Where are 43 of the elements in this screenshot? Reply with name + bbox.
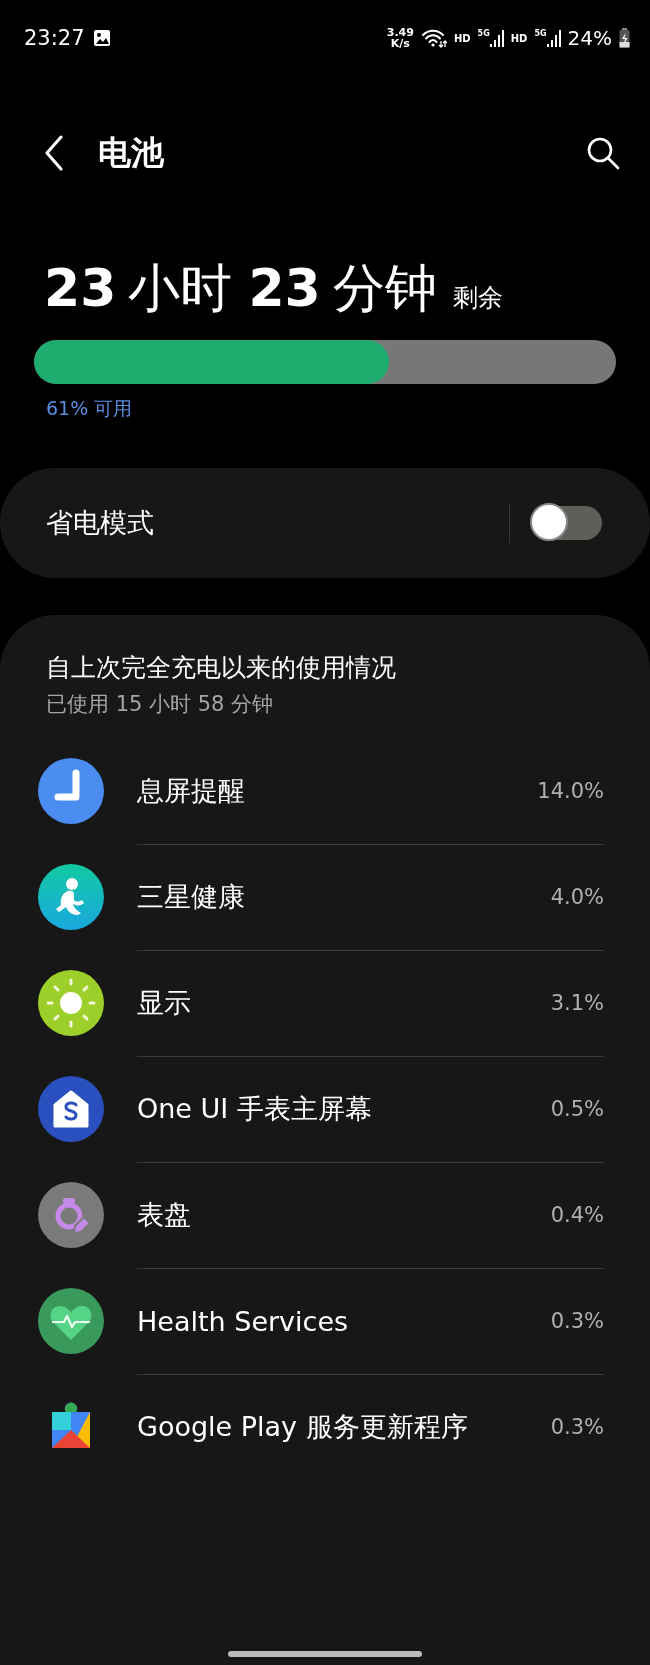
page-title: 电池: [98, 131, 164, 174]
clock-icon: [38, 758, 104, 824]
battery-percent: 24%: [567, 26, 612, 50]
app-name: Health Services: [137, 1305, 349, 1337]
sun-icon: [38, 970, 104, 1036]
battery-available: 61% 可用: [45, 396, 134, 420]
back-icon[interactable]: [44, 135, 64, 171]
signal-icon: [546, 29, 561, 47]
usage-title: 自上次完全充电以来的使用情况: [45, 652, 397, 684]
status-time: 23:27: [24, 26, 85, 50]
image-icon: [92, 29, 111, 47]
usage-duration: 已使用 15 小时 58 分钟: [45, 691, 275, 718]
wifi-icon: [420, 28, 447, 48]
power-saving-switch[interactable]: [532, 506, 602, 540]
network-type: 5G: [477, 29, 490, 38]
app-name: 三星健康: [137, 880, 245, 914]
power-saving-label: 省电模式: [46, 506, 154, 540]
usage-percent: 0.4%: [550, 1203, 604, 1227]
speed-unit: K/s: [390, 38, 410, 49]
battery-charging-icon: [619, 28, 630, 48]
app-name: 表盘: [137, 1198, 191, 1232]
watch-pencil-icon: [38, 1182, 104, 1248]
house-icon: [38, 1076, 104, 1142]
search-icon[interactable]: [586, 136, 620, 170]
app-name: One UI 手表主屏幕: [137, 1092, 372, 1126]
network-speed: 3.49: [386, 27, 414, 38]
running-figure-icon: [38, 864, 104, 930]
usage-percent: 14.0%: [537, 779, 604, 803]
usage-percent: 0.3%: [550, 1415, 604, 1439]
hd-label: HD: [510, 32, 528, 44]
app-name: 息屏提醒: [137, 774, 245, 808]
hd-label: HD: [453, 32, 471, 44]
heart-pulse-icon: [38, 1288, 104, 1354]
signal-icon: [489, 29, 504, 47]
remaining-label: 剩余: [452, 282, 503, 314]
network-type: 5G: [534, 29, 547, 38]
app-name: 显示: [137, 986, 191, 1020]
usage-percent: 4.0%: [550, 885, 604, 909]
usage-percent: 0.3%: [550, 1309, 604, 1333]
usage-percent: 3.1%: [550, 991, 604, 1015]
time-remaining: 23 小时 23 分钟: [44, 258, 438, 318]
usage-percent: 0.5%: [550, 1097, 604, 1121]
app-name: Google Play 服务更新程序: [137, 1410, 468, 1444]
